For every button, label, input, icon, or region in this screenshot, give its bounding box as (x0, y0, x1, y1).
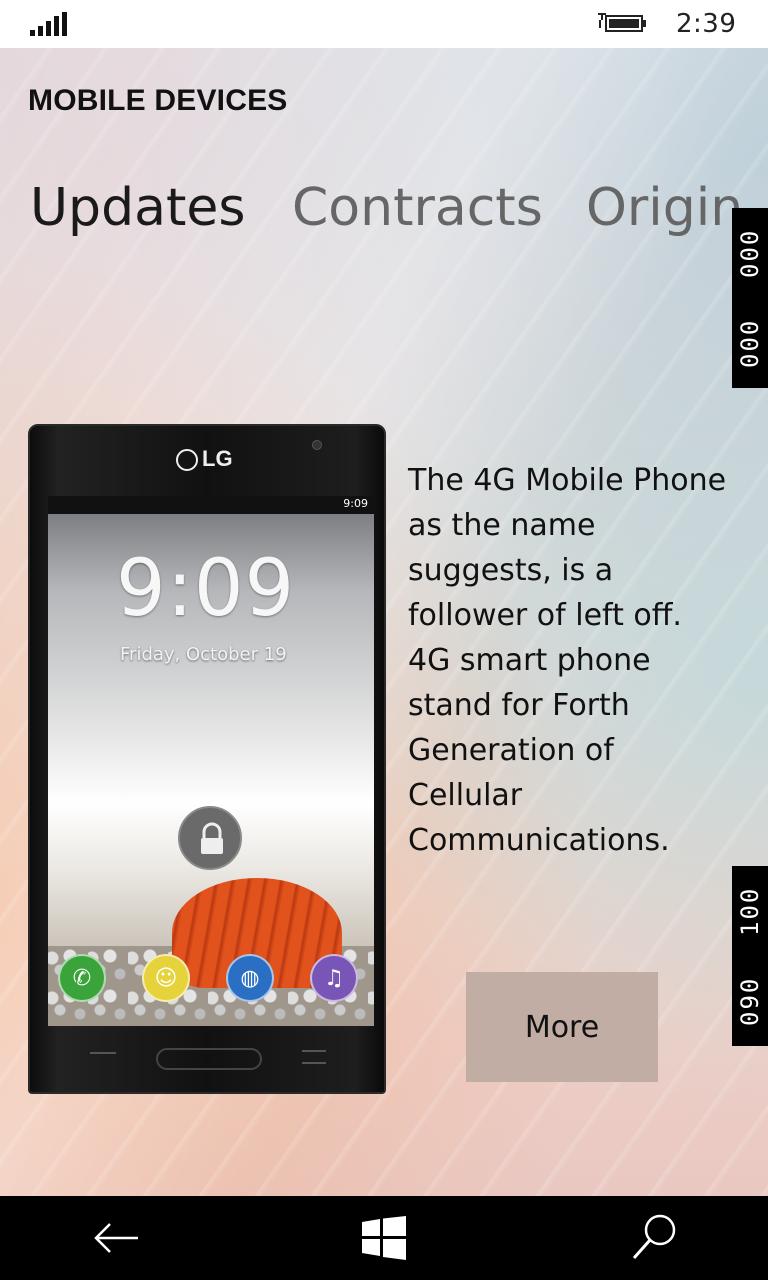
music-app-icon: ♫ (310, 954, 358, 1002)
back-arrow-icon[interactable] (86, 1210, 146, 1266)
battery-charging-icon (594, 10, 650, 36)
more-button[interactable]: More (466, 972, 658, 1082)
side-counter-top: 000 000 (732, 208, 768, 388)
counter-bottom-value-2: 100 (736, 886, 764, 936)
counter-top-value-2: 000 (736, 228, 764, 278)
tab-origin[interactable]: Origin (586, 178, 743, 238)
phone-camera (312, 440, 322, 450)
tab-contracts[interactable]: Contracts (292, 178, 543, 238)
navigation-bar (0, 1196, 768, 1280)
counter-top-value-1: 000 (736, 318, 764, 368)
counter-bottom-value-1: 090 (736, 976, 764, 1026)
signal-bars-icon (30, 12, 70, 36)
lock-screen-time: 9:09 (116, 544, 296, 634)
messaging-app-icon: ☺ (142, 954, 190, 1002)
status-time: 2:39 (676, 9, 737, 39)
app-title: MOBILE DEVICES (28, 84, 288, 117)
phone-brand-logo: LG (176, 446, 233, 472)
browser-app-icon: ◍ (226, 954, 274, 1002)
lock-screen-date: Friday, October 19 (120, 644, 287, 665)
product-description: The 4G Mobile Phone as the name suggests… (408, 463, 727, 858)
side-counter-bottom: 090 100 (732, 866, 768, 1046)
main-content: MOBILE DEVICES Updates Contracts Origin … (0, 48, 768, 1196)
status-bar: 2:39 (0, 0, 768, 48)
search-icon[interactable] (624, 1210, 684, 1266)
screen-status-time: 9:09 (343, 497, 368, 510)
windows-logo-icon[interactable] (354, 1210, 414, 1266)
phone-home-key (156, 1048, 262, 1070)
phone-screen: 9:09 9:09 Friday, October 19 (48, 496, 374, 1026)
phone-product-image: LG 9:09 9:09 Friday, October 19 ✆ ☺ ◍ ♫ (28, 424, 386, 1094)
phone-menu-key (302, 1050, 326, 1064)
phone-app-icon: ✆ (58, 954, 106, 1002)
tab-updates[interactable]: Updates (30, 178, 245, 238)
lock-icon (178, 806, 242, 870)
phone-back-key (90, 1052, 116, 1062)
